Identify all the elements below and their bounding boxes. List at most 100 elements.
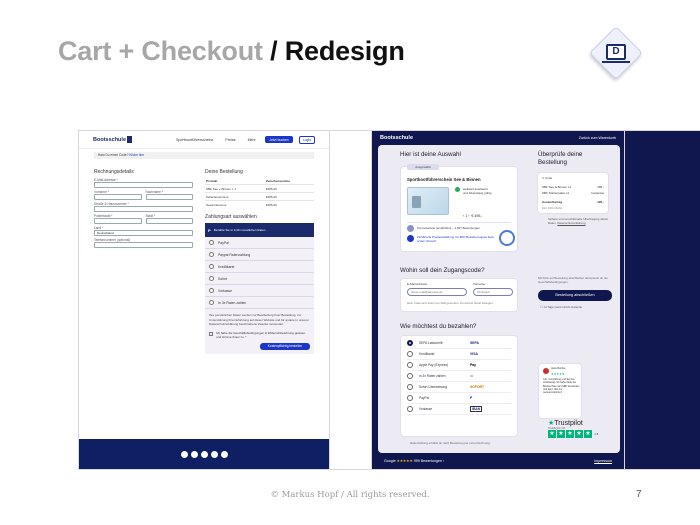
checkbox-icon — [209, 331, 214, 336]
radio-icon — [209, 288, 215, 293]
promo-code-link[interactable]: Klicke hier — [129, 153, 144, 157]
payment-option-paypal[interactable]: PayPal — [205, 237, 314, 249]
access-heading: Wohin soll dein Zugangscode? — [400, 267, 485, 274]
payment-option-creditcard[interactable]: Kreditkarte VISA — [407, 349, 511, 360]
payment-option-installments[interactable]: In 3x Raten zahlen ▭ — [407, 371, 511, 382]
installments-icon: ▭ — [470, 374, 474, 378]
payment-option-paypal[interactable]: PayPal P — [407, 393, 511, 404]
whatsapp-icon[interactable] — [220, 450, 228, 458]
redesign-navbar: Bootsschule Zurück zum Warenkorb — [372, 131, 624, 145]
payment-option-creditcard[interactable]: Kreditkarte — [205, 261, 314, 273]
city-field[interactable] — [145, 218, 194, 224]
radio-icon — [209, 240, 215, 245]
radio-icon — [407, 395, 413, 401]
apple-pay-icon: Pay — [470, 363, 477, 367]
selection-heading: Hier ist deine Auswahl — [400, 151, 461, 158]
lastname-field[interactable] — [145, 194, 194, 200]
product-card: Ausgewählt Sportbootführerschein See & B… — [400, 164, 518, 252]
firstname-field[interactable]: Christoph — [473, 288, 513, 296]
payment-option-sofort[interactable]: Sofort Überweisung SOFORT — [407, 382, 511, 393]
review-stars: ★★★★★ — [551, 372, 565, 376]
name-label: Vorname — [473, 282, 486, 286]
zip-field[interactable] — [94, 218, 142, 224]
payment-option-paypal-installments[interactable]: Paypal Ratenzahlung — [205, 249, 314, 261]
trustpilot-label: Trustpilot — [554, 420, 583, 427]
radio-icon — [407, 362, 413, 368]
visa-icon: VISA — [470, 352, 478, 356]
radio-icon — [209, 264, 215, 269]
trustpilot-rating: 4.8 — [594, 432, 599, 436]
instagram-icon[interactable] — [210, 450, 218, 458]
privacy-link[interactable]: Datenschutzerklärung — [557, 221, 585, 225]
sofort-icon: SOFORT — [470, 385, 485, 389]
copyright-notice: © Markus Hopf / All rights reserved. — [270, 490, 430, 500]
summary-row: SBF See & Binnen x1 495,- — [542, 185, 604, 189]
product-title: Sportbootführerschein See & Binnen — [407, 177, 481, 182]
book-now-button[interactable]: Jetzt buchen — [265, 136, 293, 143]
youtube-icon[interactable] — [180, 450, 188, 458]
access-card: E-Mail Adresse deine-mail@adresse.de Vor… — [400, 278, 518, 312]
email-label: E-Mail Adresse — [407, 282, 428, 286]
code-toggle[interactable]: ⊙ Code — [542, 176, 552, 180]
terms-consent[interactable]: Ich habe die Geschäftsbedingungen & Wide… — [205, 331, 314, 340]
table-row: Gesamtsumme €495,00 — [205, 200, 314, 208]
firstname-field[interactable] — [94, 194, 142, 200]
summary-row: SBF Starterpaket x1 kostenlos — [542, 191, 604, 195]
payment-option-sofort[interactable]: Sofort — [205, 273, 314, 285]
payment-option-sepa[interactable]: SEPA Lastschrift SEPA — [407, 338, 511, 349]
quantity-stepper[interactable]: ‹ 1 › € 495,- — [463, 214, 483, 218]
payment-heading: Wie möchtest du bezahlen? — [400, 323, 477, 330]
payment-option-prepayment[interactable]: Vorkasse IBAN — [407, 404, 511, 415]
payment-option-applepay[interactable]: Apple Pay (Express) Pay — [407, 360, 511, 371]
payment-options: P Bezahle Sie in 3,30 monatlichen Raten P… — [205, 223, 314, 354]
facebook-icon[interactable] — [190, 450, 198, 458]
award-icon — [407, 225, 414, 232]
order-summary: Deine Bestellung Produkt Zwischensumme SB… — [205, 166, 314, 354]
testimonial-text: Top. Vermittlung und Service erstklassig… — [543, 378, 580, 395]
tax-note: inkl. 19% MwSt. — [542, 206, 563, 210]
payment-option-prepayment[interactable]: Vorkasse — [205, 285, 314, 297]
login-button[interactable]: Login — [298, 135, 315, 144]
before-brand[interactable]: Bootsschule — [93, 136, 133, 143]
radio-icon — [407, 351, 413, 357]
radio-icon — [209, 276, 215, 281]
nav-link-more[interactable]: Mehr — [248, 138, 256, 142]
submit-order-button[interactable]: Bestellung abschließen — [538, 290, 612, 301]
back-to-cart-link[interactable]: Zurück zum Warenkorb — [579, 136, 616, 140]
paypal-banner: P Bezahle Sie in 3,30 monatlichen Raten — [205, 223, 314, 237]
radio-icon — [407, 373, 413, 379]
imprint-link[interactable]: Impressum — [594, 459, 612, 463]
country-select[interactable]: Deutschland — [94, 230, 194, 236]
slide-title: Cart + Checkout / Redesign — [58, 36, 405, 67]
trustpilot-widget: ★Trustpilot TrustScore 4.8 ★ ★ ★ ★ ★ 4.8 — [548, 420, 599, 438]
payment-option-installments[interactable]: In 3x Raten zahlen — [205, 297, 314, 309]
payment-card: SEPA Lastschrift SEPA Kreditkarte VISA App… — [400, 335, 518, 437]
order-table: Produkt Zwischensumme SBF See + Binnen × … — [205, 178, 314, 208]
monitor-logo-icon: D — [606, 44, 626, 60]
testimonial-card: Jana Reinke ★★★★★ Top. Vermittlung und S… — [538, 363, 582, 419]
review-card: ⊙ Code SBF See & Binnen x1 495,- SBF Star… — [537, 172, 609, 214]
monitor-stand-icon — [602, 61, 630, 63]
review-heading: Überprüfe deine Bestellung — [538, 151, 583, 166]
nav-link-prices[interactable]: Preise — [225, 138, 235, 142]
title-separator: / — [262, 36, 285, 66]
redesign-brand[interactable]: Bootsschule — [380, 135, 413, 141]
checkout-content: Hier ist deine Auswahl Ausgewählt Sportb… — [378, 145, 620, 453]
before-footer — [79, 439, 329, 469]
check-icon — [455, 187, 460, 192]
email-field[interactable]: deine-mail@adresse.de — [407, 288, 467, 296]
place-order-button[interactable]: Kostenpflichtig bestellen — [260, 342, 310, 350]
paypal-icon: P — [470, 396, 473, 400]
before-navbar: Bootsschule Sportbootführerscheine Preis… — [79, 131, 329, 149]
before-checkout-screenshot: Bootsschule Sportbootführerscheine Preis… — [78, 130, 330, 470]
radio-icon — [407, 384, 413, 390]
phone-field[interactable] — [94, 242, 194, 248]
nav-link-licenses[interactable]: Sportbootführerscheine — [176, 138, 213, 142]
billing-form: Rechnungsdetails E-Mail-Adresse * Vornam… — [94, 166, 194, 354]
title-part-cart: Cart + Checkout — [58, 36, 263, 66]
terms-note: Mit Klick auf Bestellung abschließen akz… — [538, 276, 608, 284]
title-part-redesign: Redesign — [284, 36, 405, 66]
google-rating[interactable]: Google ★★★★★ 999 Bewertungen › — [384, 459, 444, 463]
tiktok-icon[interactable] — [200, 450, 208, 458]
access-note: Dein Code wird sofort per Mail gesendet.… — [407, 301, 494, 305]
